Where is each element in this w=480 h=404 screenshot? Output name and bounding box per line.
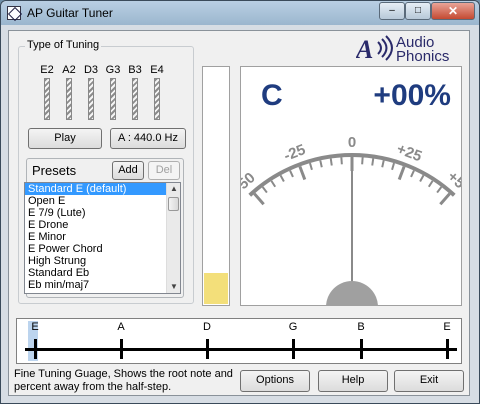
- close-button[interactable]: ✕: [431, 2, 475, 20]
- play-button[interactable]: Play: [28, 128, 102, 149]
- gauge-note-mark: [292, 339, 295, 359]
- gauge-note-label: B: [357, 321, 365, 333]
- string-label: D3: [83, 64, 99, 76]
- string-selector[interactable]: [44, 78, 50, 120]
- frequency-button[interactable]: A : 440.0 Hz: [110, 128, 186, 149]
- dial-tick: [381, 160, 385, 168]
- tuning-group-title: Type of Tuning: [25, 39, 102, 51]
- tuner-display: C +00% -50 -25 0 +25 +50: [240, 66, 462, 306]
- scroll-up-icon[interactable]: ▲: [167, 183, 180, 195]
- dial-tick: [279, 174, 285, 183]
- string-selector[interactable]: [88, 78, 94, 120]
- gauge-note-mark: [120, 339, 123, 359]
- dial-tick: [261, 186, 268, 194]
- string-label: A2: [62, 64, 76, 76]
- string-selector[interactable]: [132, 78, 138, 120]
- dial-tick: [253, 192, 265, 206]
- gauge-note-label: E: [31, 321, 39, 333]
- title-bar[interactable]: AP Guitar Tuner – □ ✕: [1, 1, 479, 25]
- needle-pivot: [326, 281, 378, 305]
- add-preset-button[interactable]: Add: [112, 161, 144, 180]
- dial-tick: [410, 170, 415, 178]
- preset-list-item[interactable]: E Drone: [25, 219, 180, 231]
- scroll-thumb[interactable]: [168, 197, 179, 211]
- logo-line2: Phonics: [396, 48, 450, 65]
- preset-list-item[interactable]: Standard Eb: [25, 267, 180, 279]
- preset-list-item[interactable]: E 7/9 (Lute): [25, 207, 180, 219]
- gauge-note-label: G: [288, 321, 298, 333]
- string-selector[interactable]: [154, 78, 160, 120]
- dial-tick: [439, 192, 451, 206]
- preset-list-item[interactable]: Open E: [25, 195, 180, 207]
- presets-label: Presets: [32, 163, 77, 178]
- dial-tick: [329, 158, 333, 166]
- preset-list-item[interactable]: E Minor: [25, 231, 180, 243]
- string-label: E4: [150, 64, 164, 76]
- string-label: G3: [105, 64, 121, 76]
- fine-tuning-gauge: EADGBE: [16, 318, 462, 364]
- audio-phonics-logo-mark: A: [354, 35, 393, 64]
- preset-list-item[interactable]: E Power Chord: [25, 243, 180, 255]
- dial-tick: [270, 180, 277, 188]
- preset-list-item[interactable]: Eb min/maj7: [25, 279, 180, 291]
- gauge-note-mark: [446, 339, 449, 359]
- help-button[interactable]: Help: [318, 370, 388, 392]
- dial-tick: [298, 165, 307, 181]
- presets-listbox[interactable]: Standard E (default) Open EE 7/9 (Lute) E …: [24, 182, 181, 294]
- preset-list-item[interactable]: Standard E (default): [25, 183, 180, 195]
- level-meter-fill: [204, 273, 228, 304]
- options-button[interactable]: Options: [240, 370, 310, 392]
- delete-preset-button[interactable]: Del: [148, 161, 180, 180]
- minimize-button[interactable]: –: [379, 2, 405, 20]
- gauge-baseline: [25, 348, 457, 351]
- scroll-down-icon[interactable]: ▼: [167, 281, 180, 293]
- dial-label: 0: [348, 134, 356, 151]
- dial-tick: [319, 160, 323, 168]
- string-label: B3: [128, 64, 142, 76]
- gauge-note-mark: [206, 339, 209, 359]
- gauge-note-mark: [360, 339, 363, 359]
- tuner-dial: -50-25 0 +25+50: [241, 134, 461, 305]
- string-label: E2: [40, 64, 54, 76]
- gauge-note-label: D: [203, 321, 211, 333]
- string-selector[interactable]: [110, 78, 116, 120]
- dial-tick: [391, 162, 395, 171]
- logo-mark-letter: A: [356, 35, 373, 64]
- dial-tick: [340, 157, 343, 165]
- app-icon[interactable]: [7, 6, 21, 20]
- gauge-note-label: E: [443, 321, 451, 333]
- audio-phonics-logo: A Audio Phonics: [354, 34, 456, 65]
- exit-button[interactable]: Exit: [394, 370, 464, 392]
- status-text: Fine Tuning Guage, Shows the root note a…: [14, 368, 233, 393]
- string-selector[interactable]: [66, 78, 72, 120]
- dial-tick: [397, 165, 406, 181]
- dial-tick: [361, 157, 364, 165]
- preset-list: Standard E (default) Open EE 7/9 (Lute) E …: [25, 183, 180, 291]
- dial-tick: [371, 158, 375, 166]
- window-title: AP Guitar Tuner: [27, 6, 113, 20]
- dial-tick: [436, 186, 443, 194]
- preset-list-item[interactable]: High Strung: [25, 255, 180, 267]
- dial-tick: [419, 174, 425, 183]
- maximize-button[interactable]: □: [405, 2, 431, 20]
- dial-tick: [289, 170, 294, 178]
- gauge-note-label: A: [117, 321, 125, 333]
- presets-scrollbar[interactable]: ▲ ▼: [166, 183, 180, 293]
- dial-tick: [427, 180, 434, 188]
- dial-tick: [309, 162, 313, 171]
- gauge-note-mark: [34, 339, 37, 359]
- level-meter: [202, 66, 230, 306]
